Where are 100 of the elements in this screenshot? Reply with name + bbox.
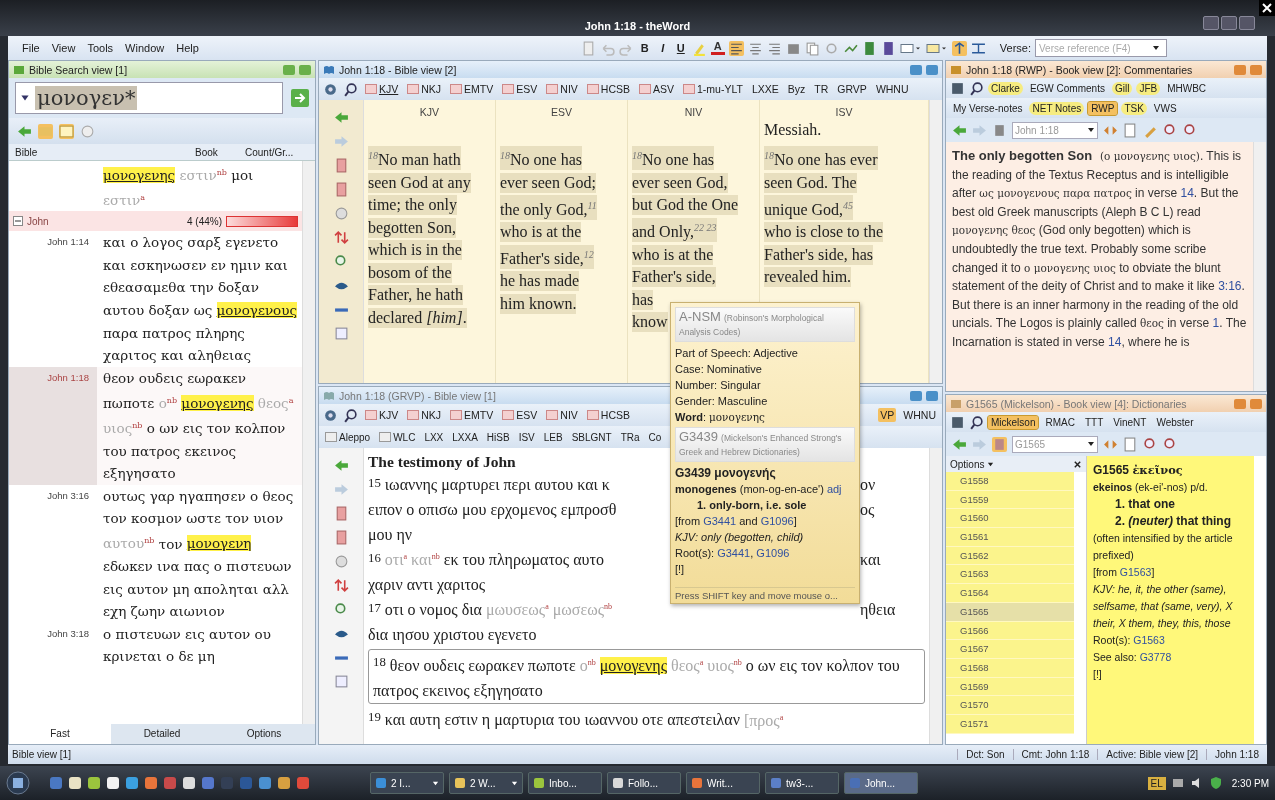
- taskbar-button[interactable]: Inbo...: [528, 772, 602, 794]
- app-icon[interactable]: [68, 776, 82, 790]
- copy-icon[interactable]: [804, 40, 820, 56]
- back-icon[interactable]: [333, 110, 349, 125]
- verse-field[interactable]: Verse reference (F4): [1035, 39, 1167, 57]
- zoom-in-icon[interactable]: [1143, 436, 1158, 452]
- version-tab[interactable]: Byz: [785, 82, 808, 96]
- link[interactable]: G3778: [1139, 651, 1172, 663]
- list-item[interactable]: G1563: [946, 565, 1074, 585]
- dropdown-icon[interactable]: [1087, 440, 1095, 448]
- book-tab[interactable]: TSK: [1121, 101, 1147, 115]
- list-item[interactable]: G1558: [946, 472, 1074, 491]
- version-tab[interactable]: NIV: [544, 408, 580, 422]
- link[interactable]: G1563: [1133, 634, 1165, 646]
- gear-icon[interactable]: [323, 81, 338, 97]
- pin-button[interactable]: [1234, 398, 1246, 409]
- book-tab[interactable]: VWS: [1150, 101, 1180, 115]
- version-tab[interactable]: TRa: [618, 430, 642, 444]
- version-tab[interactable]: Co: [646, 430, 664, 444]
- menu-item[interactable]: View: [51, 42, 76, 54]
- zoom-icon[interactable]: [333, 254, 349, 269]
- scrollbar[interactable]: [929, 100, 942, 383]
- sync-icon[interactable]: [951, 40, 967, 56]
- version-tab[interactable]: NKJ: [405, 408, 444, 422]
- taskbar-button[interactable]: Writ...: [686, 772, 760, 794]
- version-tab[interactable]: EMTV: [448, 82, 496, 96]
- shield-icon[interactable]: [1208, 776, 1223, 790]
- tab[interactable]: Detailed: [111, 724, 213, 744]
- page-search-icon[interactable]: [1123, 436, 1138, 452]
- menu-item[interactable]: File: [22, 42, 40, 54]
- version-tab[interactable]: LXXA: [450, 430, 480, 444]
- version-tab[interactable]: WHNU: [901, 408, 938, 422]
- book-tab[interactable]: RWP: [1088, 101, 1118, 115]
- version-tab[interactable]: ESV: [500, 408, 540, 422]
- search-icon[interactable]: [969, 80, 984, 96]
- book-tab[interactable]: My Verse-notes: [950, 101, 1026, 115]
- book-tab[interactable]: VineNT: [1110, 415, 1150, 429]
- version-tab[interactable]: EMTV: [448, 408, 496, 422]
- book-tab[interactable]: RMAC: [1042, 415, 1078, 429]
- tab[interactable]: Options: [213, 724, 315, 744]
- version-tab[interactable]: LXXE: [749, 82, 781, 96]
- link[interactable]: 14: [1180, 186, 1194, 201]
- align-left-icon[interactable]: [728, 40, 744, 56]
- version-tab[interactable]: LEB: [541, 430, 565, 444]
- back-arrow-icon[interactable]: [17, 123, 32, 139]
- version-tab[interactable]: 1-mu-YLT: [681, 82, 745, 96]
- column-header[interactable]: Book: [195, 146, 245, 158]
- version-tab[interactable]: LXX: [422, 430, 446, 444]
- caret-icon[interactable]: [987, 460, 995, 468]
- version-tab[interactable]: HiSB: [484, 430, 512, 444]
- scrollbar[interactable]: [302, 161, 315, 724]
- panel-close-button[interactable]: [1250, 398, 1262, 409]
- book-tab[interactable]: Gill: [1111, 81, 1133, 95]
- search-icon[interactable]: [343, 407, 358, 423]
- version-tab[interactable]: SBLGNT: [569, 430, 614, 444]
- book-tab[interactable]: NET Notes: [1029, 101, 1085, 115]
- version-tab[interactable]: HCSB: [584, 82, 632, 96]
- dropdown-icon[interactable]: [1087, 126, 1095, 134]
- link[interactable]: 3:16: [1218, 279, 1242, 294]
- search-field[interactable]: μονογεν*: [15, 82, 283, 114]
- close-icon[interactable]: [1073, 459, 1082, 469]
- book-tab[interactable]: Clarke: [988, 81, 1023, 95]
- maximize-button[interactable]: [1221, 16, 1237, 30]
- version-tab[interactable]: KJV: [363, 408, 401, 422]
- version-tab[interactable]: VP: [878, 408, 897, 422]
- zoom-out-icon[interactable]: [1183, 122, 1198, 138]
- menu-item[interactable]: Tools: [87, 42, 114, 54]
- taskbar-button[interactable]: tw3-...: [765, 772, 839, 794]
- list-item[interactable]: G1561: [946, 528, 1074, 547]
- app-icon[interactable]: [106, 776, 120, 790]
- version-tab[interactable]: Aleppo: [323, 430, 373, 444]
- book-tab[interactable]: JFB: [1136, 81, 1161, 95]
- version-tab[interactable]: NKJ: [405, 82, 444, 96]
- scrollbar[interactable]: [929, 448, 942, 744]
- language-indicator[interactable]: EL: [1147, 776, 1166, 790]
- pin-button[interactable]: [1234, 64, 1246, 75]
- menu-item[interactable]: Help: [176, 42, 199, 54]
- verse-reference[interactable]: John 1:18: [47, 371, 89, 383]
- version-tab[interactable]: GRVP: [835, 82, 869, 96]
- app-icon[interactable]: [87, 776, 101, 790]
- verse-reference[interactable]: John 3:18: [47, 627, 89, 639]
- version-tab[interactable]: ASV: [637, 82, 676, 96]
- start-button[interactable]: [6, 771, 30, 795]
- taskbar-button[interactable]: 2 I...: [370, 772, 444, 794]
- zoom-in-icon[interactable]: [1163, 122, 1178, 138]
- pin-button[interactable]: [283, 64, 295, 75]
- zoom-out-icon[interactable]: [1163, 436, 1178, 452]
- zoom-icon[interactable]: [333, 602, 349, 617]
- panel-close-button[interactable]: [926, 390, 938, 401]
- collapse-icon[interactable]: [13, 216, 23, 227]
- network-icon[interactable]: [1170, 776, 1185, 790]
- taskbar-button[interactable]: Follo...: [607, 772, 681, 794]
- link[interactable]: G1096: [760, 515, 794, 527]
- search-icon[interactable]: [343, 81, 358, 97]
- book-tab[interactable]: Webster: [1153, 415, 1197, 429]
- search-icon[interactable]: [969, 414, 984, 430]
- back-icon[interactable]: [333, 458, 349, 473]
- format-button[interactable]: U: [673, 42, 688, 54]
- app-icon[interactable]: [277, 776, 291, 790]
- panel-close-button[interactable]: [299, 64, 311, 75]
